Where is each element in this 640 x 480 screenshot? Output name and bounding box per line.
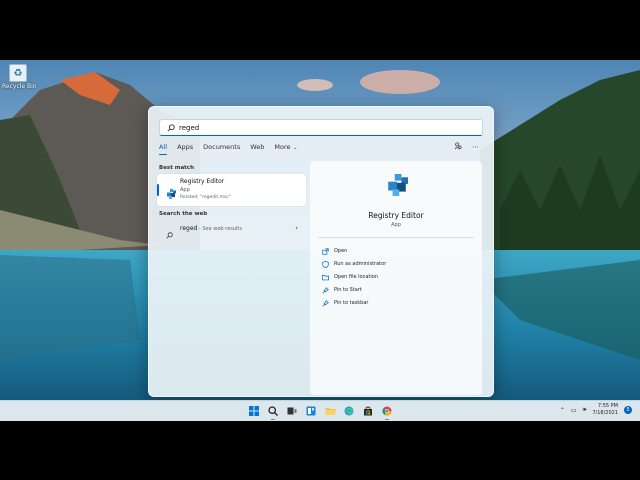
- search-web-heading: Search the web: [159, 211, 208, 217]
- pin-to-taskbar-label: Pin to taskbar: [334, 300, 369, 306]
- web-query: reged: [180, 224, 198, 232]
- panel-tools: ⋯: [454, 142, 479, 152]
- volume-icon[interactable]: 🕪: [583, 406, 587, 414]
- file-explorer-icon[interactable]: [323, 404, 337, 418]
- search-icon: [166, 224, 173, 243]
- run-as-admin-label: Run as administrator: [334, 261, 387, 267]
- selection-indicator: [157, 184, 159, 196]
- chevron-right-icon: ›: [295, 223, 298, 232]
- open-action-label: Open: [334, 248, 348, 254]
- tab-more[interactable]: More ⌄: [274, 143, 297, 154]
- desktop: ♻ Recycle Bin All Apps Documents Web Mor…: [0, 60, 640, 420]
- chevron-up-icon[interactable]: ⌃: [560, 407, 565, 414]
- tab-all[interactable]: All: [159, 143, 168, 155]
- web-result-suffix: - See web results: [197, 225, 242, 232]
- widgets-icon[interactable]: [304, 404, 318, 418]
- registry-editor-large-icon: [386, 174, 408, 200]
- clock[interactable]: 7:55 PM 7/18/2021: [592, 403, 618, 417]
- pin-icon: [321, 286, 329, 294]
- search-icon[interactable]: [266, 404, 280, 420]
- tab-apps[interactable]: Apps: [177, 143, 193, 154]
- task-view-icon[interactable]: [285, 404, 299, 418]
- tab-web[interactable]: Web: [250, 143, 264, 154]
- store-icon[interactable]: [361, 404, 375, 418]
- detail-pane: Registry Editor App Open Run as administ…: [310, 161, 482, 395]
- search-input[interactable]: [179, 123, 459, 132]
- taskbar: ⌃ ▭ 🕪 7:55 PM 7/18/2021 5: [0, 400, 640, 421]
- edge-icon[interactable]: [342, 404, 356, 418]
- pin-to-start-label: Pin to Start: [334, 287, 362, 293]
- search-panel: All Apps Documents Web More ⌄ ⋯ Best mat…: [148, 106, 494, 397]
- pin-to-taskbar-action[interactable]: Pin to taskbar: [321, 298, 368, 308]
- open-action[interactable]: Open: [321, 246, 347, 256]
- best-match-related: Related: "regedit.msc": [180, 194, 231, 200]
- best-match-heading: Best match: [159, 165, 194, 171]
- registry-editor-icon: [166, 184, 176, 203]
- notification-badge[interactable]: 5: [624, 406, 632, 414]
- folder-icon: [321, 273, 329, 281]
- open-file-location-label: Open file location: [334, 274, 378, 280]
- recycle-bin-icon: ♻: [9, 64, 27, 82]
- run-as-admin-action[interactable]: Run as administrator: [321, 259, 386, 269]
- recycle-bin[interactable]: ♻ Recycle Bin: [2, 64, 37, 90]
- best-match-title: Registry Editor: [180, 178, 225, 185]
- open-file-location-action[interactable]: Open file location: [321, 272, 378, 282]
- best-match-result[interactable]: Registry Editor App Related: "regedit.ms…: [157, 174, 306, 206]
- shield-icon: [321, 260, 329, 268]
- best-match-type: App: [180, 187, 190, 193]
- search-tabs: All Apps Documents Web More ⌄: [159, 143, 307, 155]
- account-switch-icon[interactable]: [454, 142, 462, 152]
- tab-more-label: More: [274, 143, 291, 151]
- tab-documents[interactable]: Documents: [203, 143, 240, 154]
- clock-date: 7/18/2021: [592, 410, 618, 416]
- system-tray: ⌃ ▭ 🕪 7:55 PM 7/18/2021 5: [560, 403, 632, 417]
- search-box[interactable]: [159, 119, 483, 136]
- chevron-down-icon: ⌄: [291, 145, 298, 151]
- taskbar-apps: [247, 404, 394, 420]
- web-search-result[interactable]: reged - See web results ›: [157, 221, 306, 239]
- pin-to-start-action[interactable]: Pin to Start: [321, 285, 362, 295]
- detail-app-type: App: [391, 222, 401, 228]
- divider: [318, 237, 474, 238]
- pin-icon: [321, 299, 329, 307]
- detail-app-name: Registry Editor: [368, 211, 424, 220]
- chrome-icon[interactable]: [380, 404, 394, 420]
- clock-time: 7:55 PM: [597, 403, 618, 409]
- more-options-icon[interactable]: ⋯: [472, 143, 479, 151]
- recycle-bin-label: Recycle Bin: [2, 83, 37, 90]
- monitor-icon[interactable]: ▭: [571, 407, 577, 414]
- start-icon[interactable]: [247, 404, 261, 418]
- open-icon: [321, 247, 329, 255]
- search-icon: [166, 123, 176, 133]
